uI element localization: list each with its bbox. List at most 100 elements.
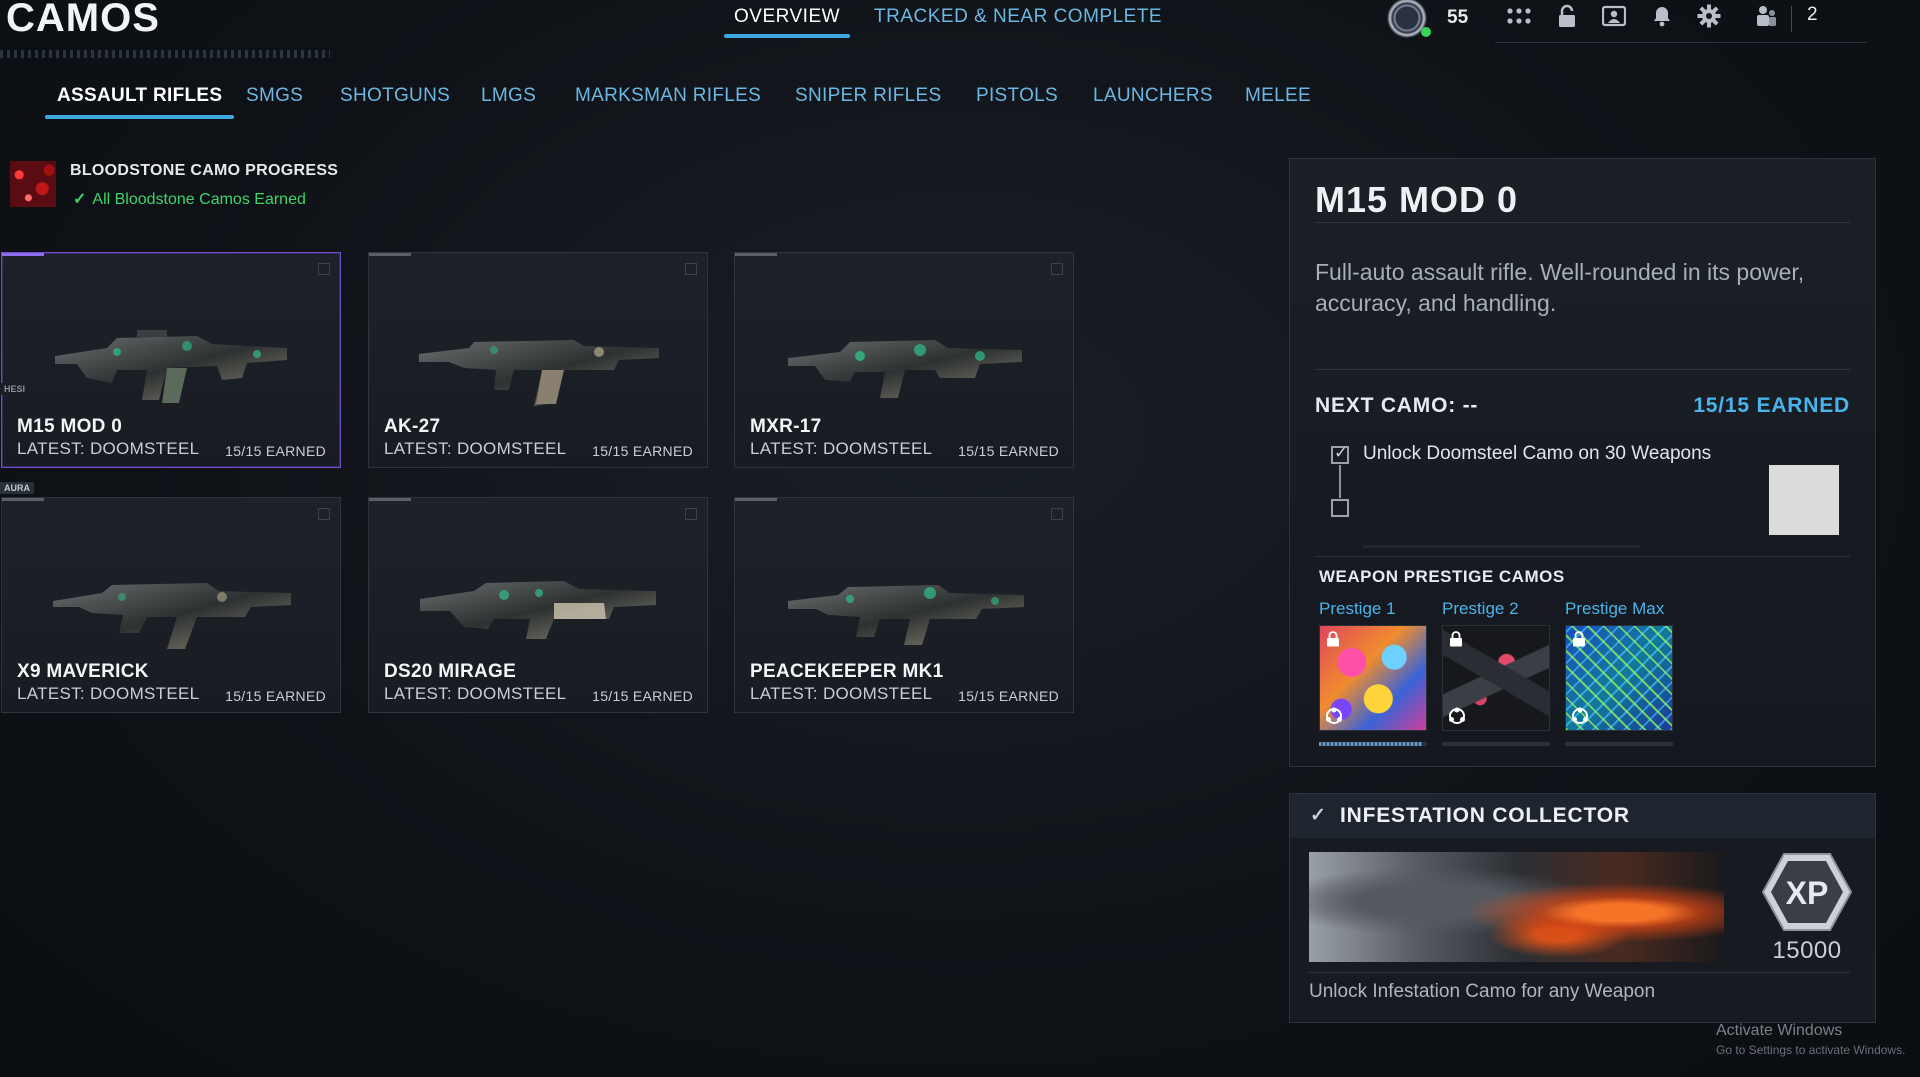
side-tag: AURA (0, 482, 34, 494)
bloodstone-status: ✓ All Bloodstone Camos Earned (73, 189, 306, 209)
prestige-label: Prestige 2 (1442, 599, 1519, 618)
title-decoration (0, 50, 330, 58)
prestige-progress-bar (1442, 742, 1550, 746)
header-divider (1495, 42, 1867, 43)
weapon-latest-camo: LATEST: DOOMSTEEL (750, 439, 933, 458)
tab-tracked-near-complete[interactable]: TRACKED & NEAR COMPLETE (874, 6, 1162, 28)
prestige-label: Prestige Max (1565, 599, 1665, 618)
rank-value: 55 (1447, 7, 1469, 28)
weapon-earned-count: 15/15 EARNED (958, 688, 1059, 704)
weapon-card-ds20-mirage[interactable]: DS20 MIRAGE LATEST: DOOMSTEEL 15/15 EARN… (368, 497, 708, 713)
divider (1315, 556, 1850, 557)
tab-melee[interactable]: MELEE (1245, 85, 1311, 107)
side-tag: HESI (0, 383, 30, 395)
card-accent (369, 498, 411, 501)
tab-overview[interactable]: OVERVIEW (723, 6, 851, 38)
lock-icon (1327, 631, 1339, 647)
weapon-earned-count: 15/15 EARNED (225, 688, 326, 704)
card-corner-icon (318, 263, 330, 275)
grid-menu-icon[interactable] (1505, 2, 1533, 30)
prestige-progress-fill (1319, 742, 1422, 746)
weapon-image (788, 340, 1022, 398)
weapon-card-mxr-17[interactable]: MXR-17 LATEST: DOOMSTEEL 15/15 EARNED (734, 252, 1074, 468)
weapon-earned-count: 15/15 EARNED (592, 688, 693, 704)
page-title: CAMOS (6, 0, 160, 40)
weapon-name: DS20 MIRAGE (384, 661, 517, 682)
weapon-earned-count: 15/15 EARNED (958, 443, 1059, 459)
activate-windows-title: Activate Windows (1716, 1022, 1843, 1039)
tab-launchers[interactable]: LAUNCHERS (1093, 85, 1213, 107)
tab-shotguns[interactable]: SHOTGUNS (340, 85, 450, 107)
prestige-camos-heading: WEAPON PRESTIGE CAMOS (1319, 567, 1565, 586)
prestige-progress-bar (1565, 742, 1673, 746)
gear-icon[interactable] (1695, 2, 1723, 30)
detail-weapon-name: M15 MOD 0 (1315, 179, 1519, 220)
card-corner-icon (1051, 263, 1063, 275)
bloodstone-camo-swatch[interactable] (10, 161, 56, 207)
card-accent (2, 253, 44, 256)
online-status-dot (1421, 27, 1431, 37)
card-accent (735, 253, 777, 256)
tab-assault-rifles[interactable]: ASSAULT RIFLES (44, 85, 235, 119)
prestige-badge-icon (1572, 707, 1588, 724)
camo-earned-count: 15/15 EARNED (1693, 394, 1850, 417)
card-accent (2, 498, 44, 501)
xp-badge-icon: XP (1761, 853, 1853, 931)
weapon-image (788, 585, 1024, 645)
card-corner-icon (1051, 508, 1063, 520)
lock-icon (1573, 631, 1585, 647)
xp-reward-amount: 15000 (1772, 937, 1842, 964)
bell-icon[interactable] (1648, 2, 1676, 30)
weapon-card-x9-maverick[interactable]: X9 MAVERICK LATEST: DOOMSTEEL 15/15 EARN… (1, 497, 341, 713)
weapon-card-peacekeeper-mk1[interactable]: PEACEKEEPER MK1 LATEST: DOOMSTEEL 15/15 … (734, 497, 1074, 713)
weapon-detail-panel: M15 MOD 0 Full-auto assault rifle. Well-… (1289, 158, 1876, 767)
card-accent (369, 253, 411, 256)
prestige-label: Prestige 1 (1319, 599, 1396, 618)
tab-sniper-rifles[interactable]: SNIPER RIFLES (795, 85, 941, 107)
card-corner-icon (685, 263, 697, 275)
xp-badge-label: XP (1786, 875, 1829, 911)
weapon-image (419, 340, 659, 406)
tab-pistols[interactable]: PISTOLS (976, 85, 1058, 107)
divider (1315, 222, 1850, 223)
id-card-icon[interactable] (1600, 2, 1628, 30)
weapon-latest-camo: LATEST: DOOMSTEEL (384, 684, 567, 703)
camo-reward-preview[interactable] (1769, 465, 1839, 535)
bloodstone-progress-title: BLOODSTONE CAMO PROGRESS (70, 162, 339, 179)
challenge-connector (1339, 465, 1341, 498)
party-count: 2 (1807, 4, 1818, 25)
party-icon[interactable] (1752, 2, 1780, 30)
challenge-checkbox-checked (1331, 443, 1349, 464)
collector-description: Unlock Infestation Camo for any Weapon (1309, 981, 1656, 1002)
tab-lmgs[interactable]: LMGS (481, 85, 536, 107)
divider (1309, 972, 1850, 973)
weapon-name: M15 MOD 0 (17, 416, 123, 437)
tab-smgs[interactable]: SMGS (246, 85, 303, 107)
card-corner-icon (318, 508, 330, 520)
prestige-camo-tile-2[interactable] (1442, 625, 1550, 731)
card-corner-icon (685, 508, 697, 520)
lock-icon[interactable] (1553, 2, 1581, 30)
weapon-image (53, 583, 291, 649)
prestige-badge-icon (1449, 707, 1465, 724)
challenge-progress-track (1363, 545, 1640, 548)
divider (1315, 369, 1850, 370)
weapon-name: X9 MAVERICK (17, 661, 149, 682)
weapon-name: PEACEKEEPER MK1 (750, 661, 944, 682)
weapon-card-m15-mod-0[interactable]: M15 MOD 0 LATEST: DOOMSTEEL 15/15 EARNED (1, 252, 341, 468)
tab-marksman-rifles[interactable]: MARKSMAN RIFLES (575, 85, 761, 107)
weapon-latest-camo: LATEST: DOOMSTEEL (17, 684, 200, 703)
weapon-name: MXR-17 (750, 416, 822, 437)
prestige-camo-tile-1[interactable] (1319, 625, 1427, 731)
infestation-camo-image[interactable] (1309, 852, 1724, 962)
weapon-latest-camo: LATEST: DOOMSTEEL (384, 439, 567, 458)
challenge-text: Unlock Doomsteel Camo on 30 Weapons (1363, 443, 1712, 464)
weapon-description: Full-auto assault rifle. Well-rounded in… (1315, 259, 1805, 316)
weapon-card-ak-27[interactable]: AK-27 LATEST: DOOMSTEEL 15/15 EARNED (368, 252, 708, 468)
bloodstone-status-text: All Bloodstone Camos Earned (92, 191, 306, 208)
weapon-image (55, 330, 287, 403)
header-separator (1791, 6, 1792, 32)
prestige-camo-tile-max[interactable] (1565, 625, 1673, 731)
weapon-earned-count: 15/15 EARNED (225, 443, 326, 459)
prestige-progress-bar (1319, 742, 1427, 746)
